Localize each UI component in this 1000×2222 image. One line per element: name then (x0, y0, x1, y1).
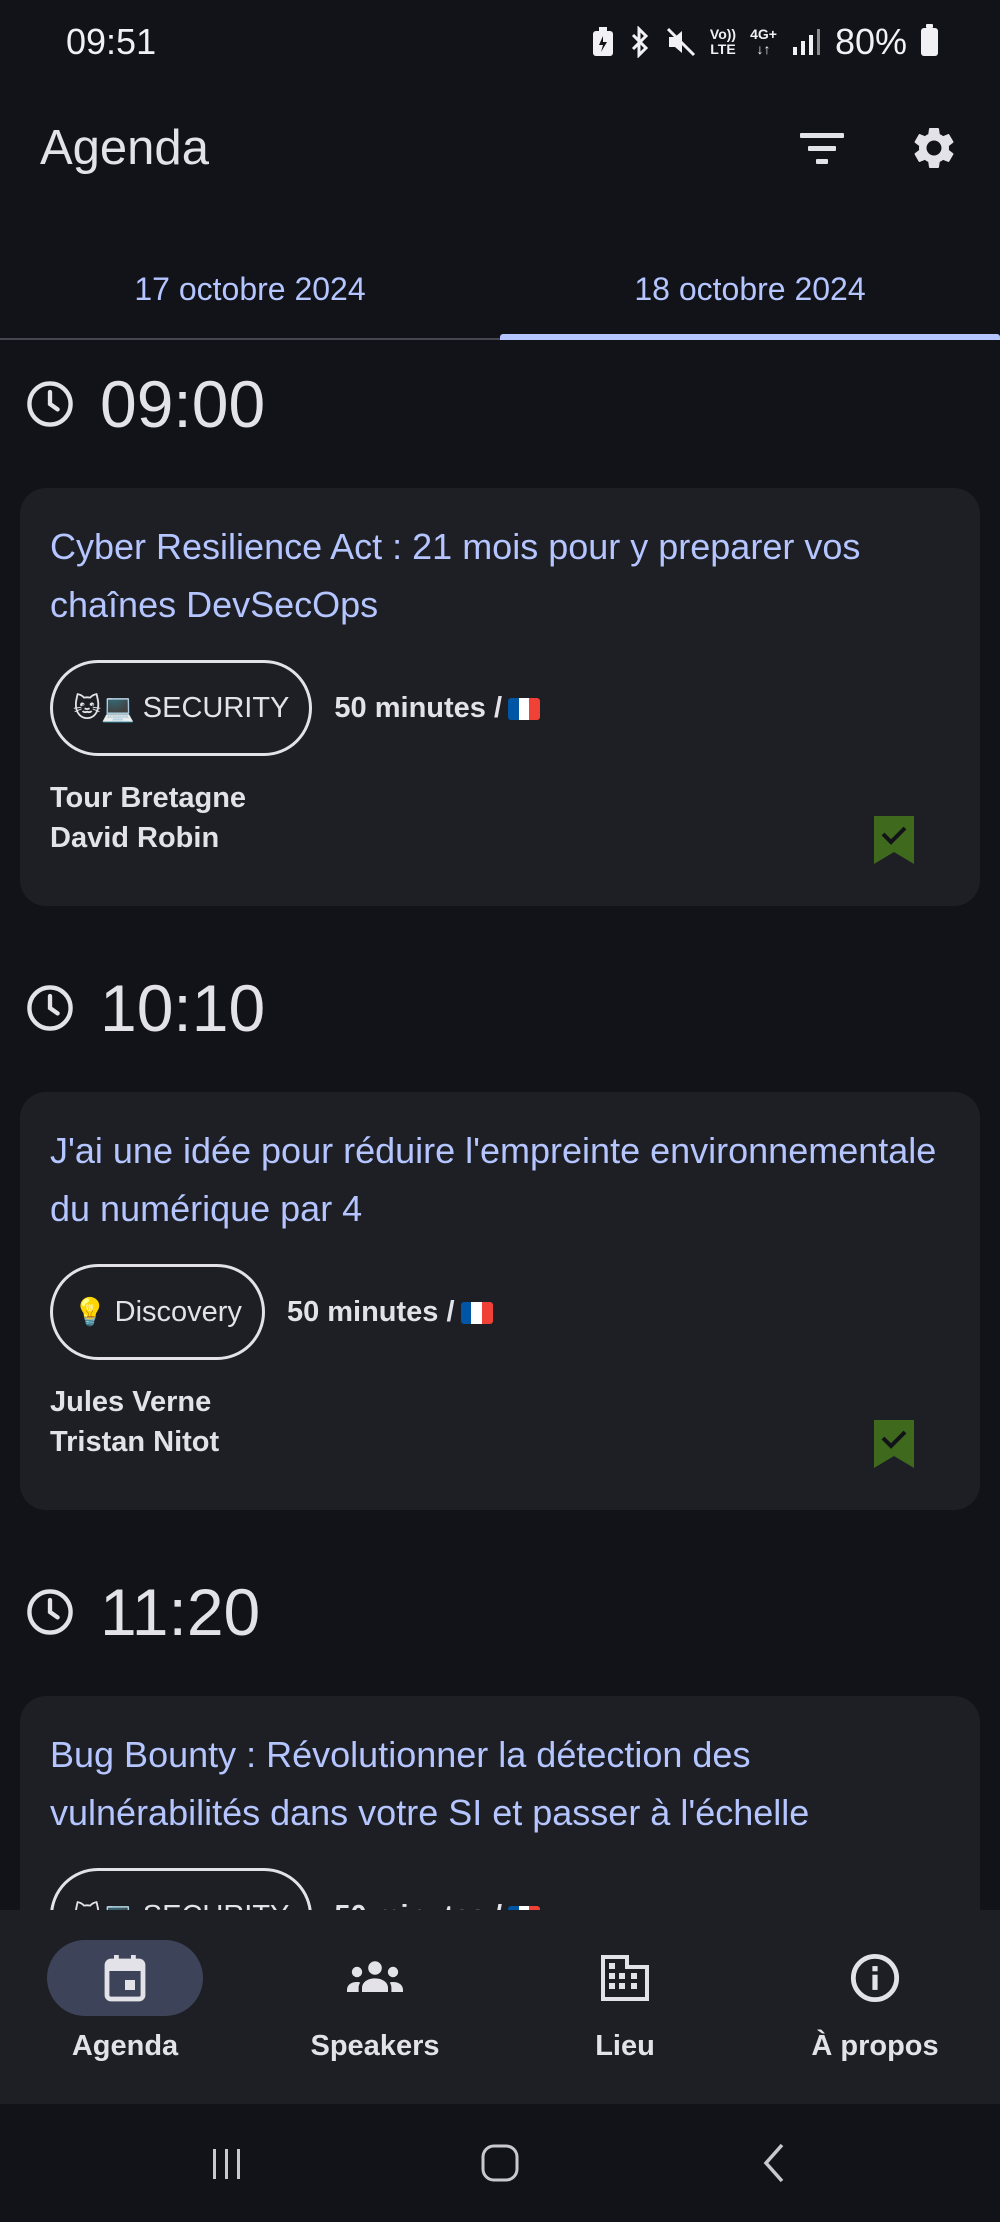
battery-percent: 80% (834, 21, 907, 62)
signal-icon (792, 29, 820, 55)
home-icon (481, 2144, 519, 2182)
back-icon (763, 2143, 784, 2183)
clock-icon (27, 381, 73, 427)
bottom-navigation: Agenda Speakers Lieu À propos (0, 1910, 1000, 2104)
category-emoji: 🐱💻 (73, 1900, 135, 1910)
talk-card[interactable]: Cyber Resilience Act : 21 mois pour y pr… (20, 488, 980, 906)
bluetooth-icon (631, 26, 649, 58)
time-slot-label: 11:20 (100, 1575, 261, 1649)
volte-indicator: Vo)) LTE (709, 26, 737, 57)
time-slot-header: 09:00 (0, 342, 1000, 466)
building-icon (601, 1955, 649, 2001)
french-flag-icon (460, 1301, 493, 1324)
filter-icon (800, 133, 844, 164)
talk-card[interactable]: Bug Bounty : Révolutionner la détection … (20, 1696, 980, 1910)
talk-duration: 50 minutes / (334, 1900, 540, 1910)
gear-icon (914, 127, 954, 168)
bookmark-added-icon[interactable] (872, 814, 916, 866)
category-emoji: 🐱💻 (73, 693, 135, 723)
nav-label: Lieu (595, 2030, 655, 2062)
page-title: Agenda (40, 121, 209, 175)
talk-title: Cyber Resilience Act : 21 mois pour y pr… (50, 526, 861, 625)
back-button[interactable] (733, 2123, 813, 2203)
nav-active-indicator (47, 1940, 203, 2016)
time-slot-label: 10:10 (100, 971, 266, 1045)
category-label: SECURITY (142, 691, 290, 724)
agenda-list[interactable]: 09:00 Cyber Resilience Act : 21 mois pou… (0, 342, 1000, 1910)
talk-meta: 🐱💻 SECURITY 50 minutes / (50, 660, 950, 756)
talk-duration: 50 minutes / (334, 692, 540, 725)
status-icons: Vo)) LTE 4G+ ↓↑ 80% (592, 21, 938, 63)
category-emoji: 💡 (73, 1297, 107, 1327)
category-chip[interactable]: 🐱💻 SECURITY (50, 660, 313, 756)
talk-title: J'ai une idée pour réduire l'empreinte e… (50, 1130, 937, 1229)
app-actions (792, 118, 964, 178)
groups-icon (347, 1961, 403, 1992)
talk-speaker: David Robin (50, 822, 220, 854)
app-bar: Agenda (0, 96, 1000, 200)
talk-info: Tour Bretagne David Robin (50, 778, 950, 858)
talk-meta: 🐱💻 SECURITY 50 minutes / (50, 1868, 950, 1910)
talk-title: Bug Bounty : Révolutionner la détection … (50, 1734, 810, 1833)
talk-info: Jules Verne Tristan Nitot (50, 1382, 950, 1462)
date-tabs: 17 octobre 2024 18 octobre 2024 (0, 240, 1000, 340)
home-button[interactable] (460, 2123, 540, 2203)
category-chip[interactable]: 💡 Discovery (50, 1264, 265, 1360)
calendar-icon (104, 1955, 146, 2002)
recent-apps-icon (212, 2149, 240, 2179)
nav-label: Agenda (71, 2030, 179, 2062)
tab-17-octobre[interactable]: 17 octobre 2024 (0, 240, 500, 338)
nav-label: À propos (811, 2030, 939, 2062)
talk-speaker: Tristan Nitot (50, 1426, 220, 1458)
settings-button[interactable] (904, 118, 964, 178)
recent-apps-button[interactable] (187, 2123, 267, 2203)
clock-icon (27, 1589, 73, 1635)
network-type: 4G+ ↓↑ (750, 26, 777, 57)
filter-button[interactable] (792, 118, 852, 178)
category-label: SECURITY (143, 1900, 290, 1911)
battery-saver-icon (592, 27, 613, 56)
nav-lieu[interactable]: Lieu (500, 1910, 750, 2104)
clock-icon (27, 985, 73, 1031)
nav-a-propos[interactable]: À propos (750, 1910, 1000, 2104)
french-flag-icon (508, 697, 540, 720)
talk-room: Jules Verne (50, 1386, 212, 1418)
time-slot-header: 11:20 (0, 1550, 1000, 1674)
system-navigation (0, 2104, 1000, 2222)
talk-duration: 50 minutes / (287, 1296, 493, 1329)
bookmark-added-icon[interactable] (872, 1418, 916, 1470)
battery-icon (921, 24, 938, 56)
time-slot-label: 09:00 (100, 367, 266, 441)
status-time: 09:51 (66, 21, 157, 62)
status-bar: 09:51 Vo)) LTE 4G+ ↓↑ 80% (0, 0, 1000, 84)
nav-speakers[interactable]: Speakers (250, 1910, 500, 2104)
tab-18-octobre[interactable]: 18 octobre 2024 (500, 240, 1000, 340)
mute-icon (666, 27, 695, 57)
nav-label: Speakers (310, 2030, 440, 2062)
category-label: Discovery (114, 1295, 242, 1328)
time-slot-header: 10:10 (0, 946, 1000, 1070)
talk-meta: 💡 Discovery 50 minutes / (50, 1264, 950, 1360)
nav-agenda[interactable]: Agenda (0, 1910, 250, 2104)
category-chip[interactable]: 🐱💻 SECURITY (50, 1868, 313, 1911)
talk-card[interactable]: J'ai une idée pour réduire l'empreinte e… (20, 1092, 980, 1510)
talk-room: Tour Bretagne (50, 782, 247, 814)
info-icon (850, 1953, 900, 2003)
